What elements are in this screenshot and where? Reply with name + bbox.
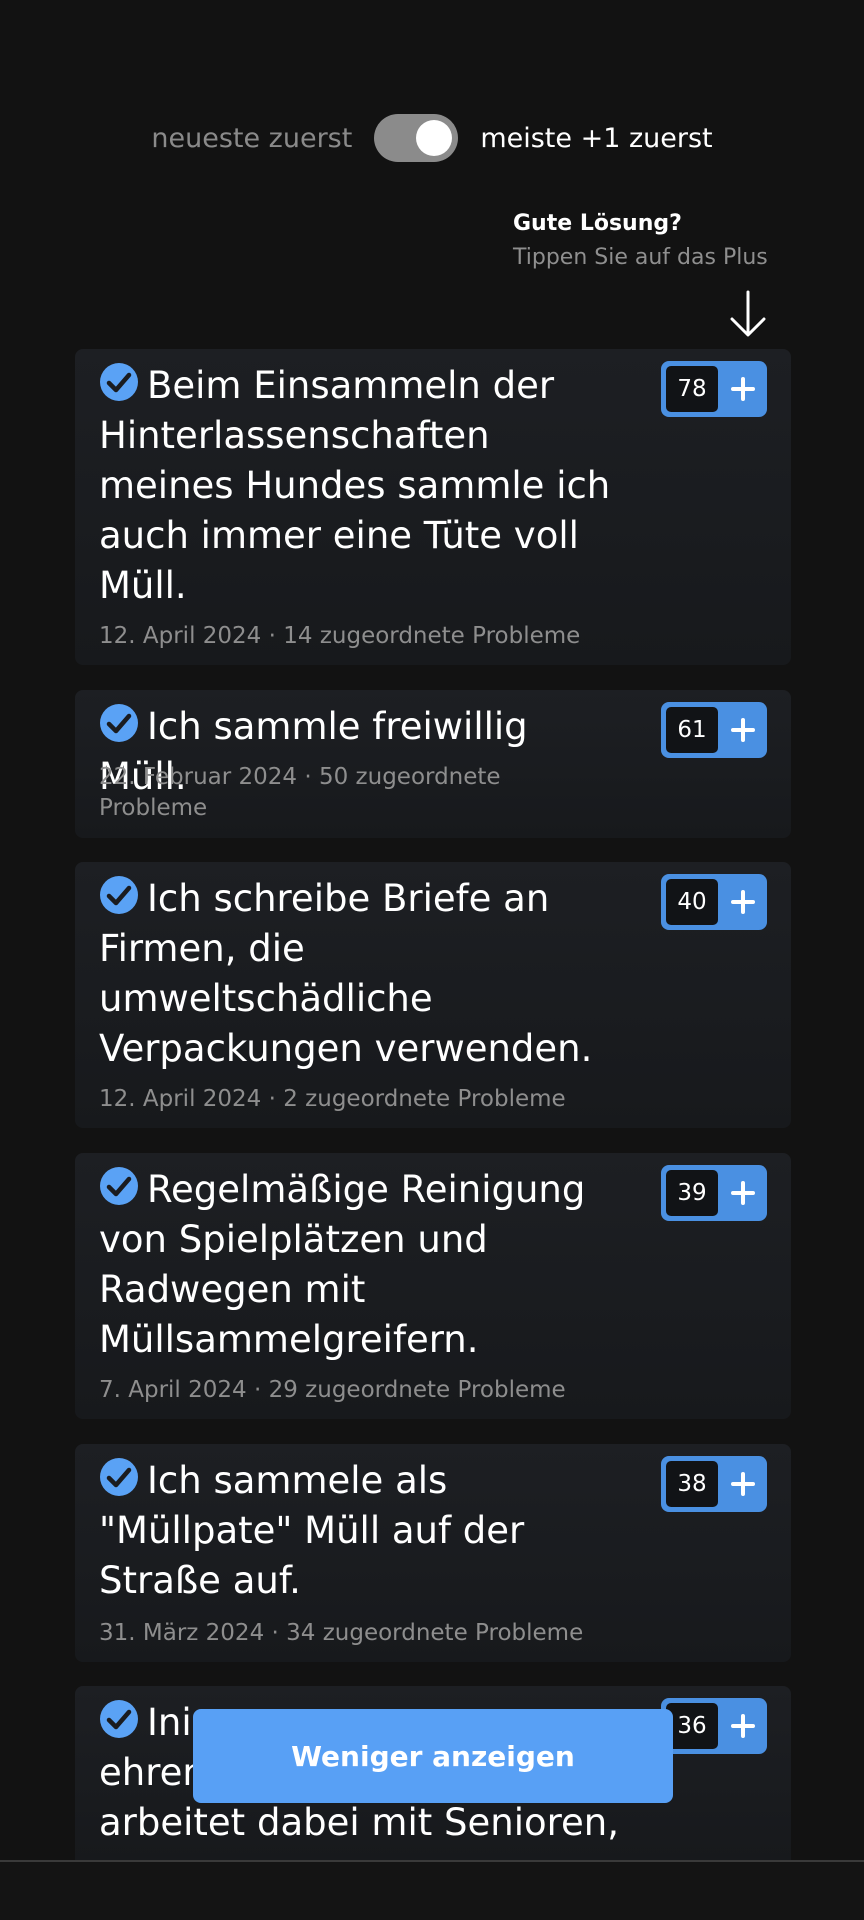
upvote-button[interactable]: 78 (661, 361, 767, 417)
show-less-button[interactable]: Weniger anzeigen (193, 1709, 673, 1803)
solution-meta: 31. März 2024 · 34 zugeordnete Probleme (99, 1620, 584, 1646)
upvote-button[interactable]: 40 (661, 874, 767, 930)
sort-toggle[interactable] (374, 114, 459, 162)
check-badge-icon (100, 1458, 138, 1496)
vote-hint: Gute Lösung? Tippen Sie auf das Plus (513, 208, 833, 276)
upvote-button[interactable]: 61 (661, 702, 767, 758)
hint-subtitle: Tippen Sie auf das Plus (513, 245, 768, 270)
vote-count: 61 (666, 707, 718, 753)
vote-count: 38 (666, 1461, 718, 1507)
solution-meta: 22. Februar 2024 · 50 zugeordnete Proble… (99, 764, 501, 821)
solution-title-text: Ich schreibe Briefe an Firmen, die umwel… (99, 877, 593, 1070)
sort-toggle-row: neueste zuerst meiste +1 zuerst (0, 114, 864, 162)
upvote-button[interactable]: 39 (661, 1165, 767, 1221)
plus-icon (718, 890, 767, 914)
sort-most-votes-label[interactable]: meiste +1 zuerst (480, 123, 712, 154)
solution-title: Ich schreibe Briefe an Firmen, die umwel… (99, 874, 619, 1074)
check-badge-icon (100, 876, 138, 914)
solution-card: Beim Einsammeln der Hinterlassenschaften… (75, 349, 791, 665)
plus-icon (718, 1714, 767, 1738)
solution-title-text: Regelmäßige Reinigung von Spielplätzen u… (99, 1168, 586, 1361)
solution-card: Ich sammle freiwillig Müll. 22. Februar … (75, 690, 791, 838)
plus-icon (718, 718, 767, 742)
solution-title: Regelmäßige Reinigung von Spielplätzen u… (99, 1165, 619, 1365)
upvote-button[interactable]: 36 (661, 1698, 767, 1754)
vote-count: 39 (666, 1170, 718, 1216)
solution-title-line: Ini (147, 1701, 192, 1744)
solution-title: Beim Einsammeln der Hinterlassenschaften… (99, 361, 619, 611)
check-badge-icon (100, 1700, 138, 1738)
solution-meta: 12. April 2024 · 2 zugeordnete Probleme (99, 1086, 566, 1112)
arrow-down-icon (730, 290, 766, 337)
plus-icon (718, 377, 767, 401)
solution-meta: 7. April 2024 · 29 zugeordnete Probleme (99, 1377, 566, 1403)
vote-count: 40 (666, 879, 718, 925)
plus-icon (718, 1472, 767, 1496)
solution-card: Ich sammele als "Müllpate" Müll auf der … (75, 1444, 791, 1662)
solution-title: Ich sammele als "Müllpate" Müll auf der … (99, 1456, 619, 1606)
vote-count: 78 (666, 366, 718, 412)
solution-card: Regelmäßige Reinigung von Spielplätzen u… (75, 1153, 791, 1419)
solution-card: Ich schreibe Briefe an Firmen, die umwel… (75, 862, 791, 1128)
check-badge-icon (100, 363, 138, 401)
solution-title-text: Ich sammele als "Müllpate" Müll auf der … (99, 1459, 525, 1602)
solution-meta: 12. April 2024 · 14 zugeordnete Probleme (99, 623, 581, 649)
bottom-bar (0, 1862, 864, 1920)
vote-count: 36 (666, 1703, 718, 1749)
check-badge-icon (100, 1167, 138, 1205)
plus-icon (718, 1181, 767, 1205)
sort-newest-label[interactable]: neueste zuerst (151, 123, 352, 154)
toggle-knob (416, 120, 453, 156)
hint-title: Gute Lösung? (513, 211, 682, 236)
solution-title-text: Beim Einsammeln der Hinterlassenschaften… (99, 364, 611, 607)
upvote-button[interactable]: 38 (661, 1456, 767, 1512)
solution-title-line: arbeitet dabei mit Senioren, (99, 1801, 619, 1844)
check-badge-icon (100, 704, 138, 742)
